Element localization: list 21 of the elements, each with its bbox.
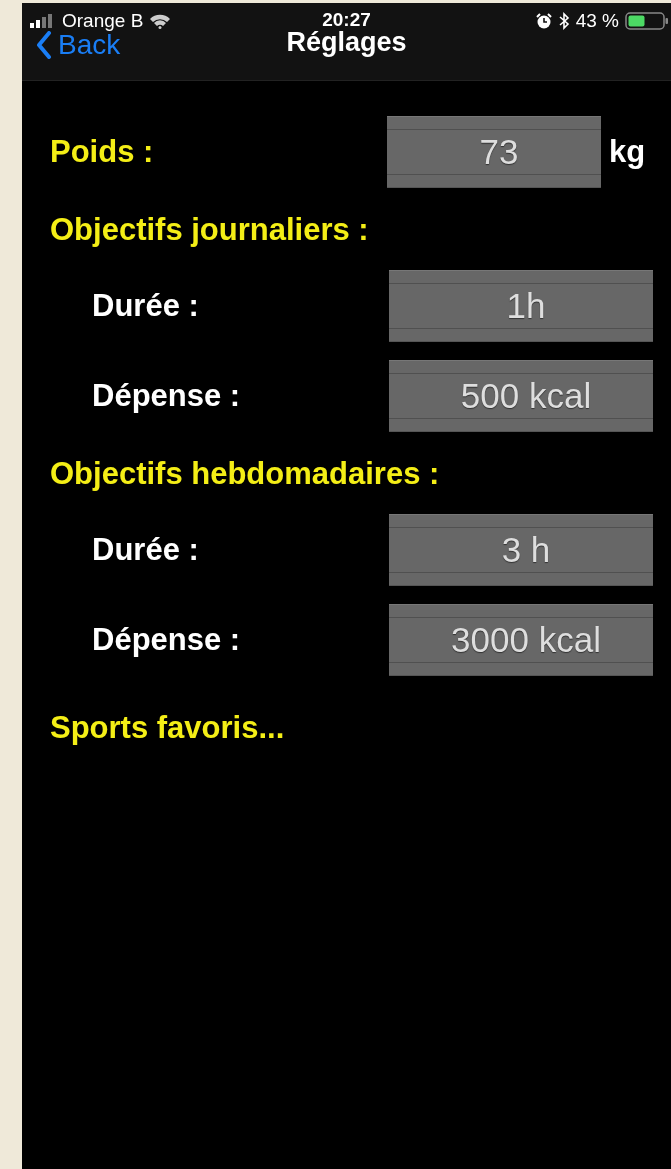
weight-label: Poids : [50, 134, 154, 170]
field-label: Durée : [92, 532, 199, 568]
field-label: Dépense : [92, 622, 241, 658]
field-label: Durée : [92, 288, 199, 324]
field-label: Dépense : [92, 378, 241, 414]
carrier: Orange B [62, 10, 144, 32]
value-field[interactable]: 3000 kcal [389, 604, 653, 676]
value-field[interactable]: 1h [389, 270, 653, 342]
section-heading: Objectifs journaliers : [50, 211, 370, 249]
weight-field[interactable]: 73 [387, 116, 601, 188]
chevron-left-icon [36, 31, 52, 59]
alarm-icon [535, 13, 552, 29]
wifi-icon [149, 13, 172, 29]
value-field[interactable]: 500 kcal [389, 360, 653, 432]
bluetooth-icon [557, 12, 570, 30]
unit-label: kg [609, 134, 647, 170]
favorites-link[interactable]: Sports favoris... [50, 706, 653, 750]
battery-icon [625, 12, 671, 30]
value-field[interactable]: 3 h [389, 514, 653, 586]
section-heading: Objectifs hebdomadaires : [50, 455, 441, 493]
battery-percent: 43 % [575, 10, 619, 32]
